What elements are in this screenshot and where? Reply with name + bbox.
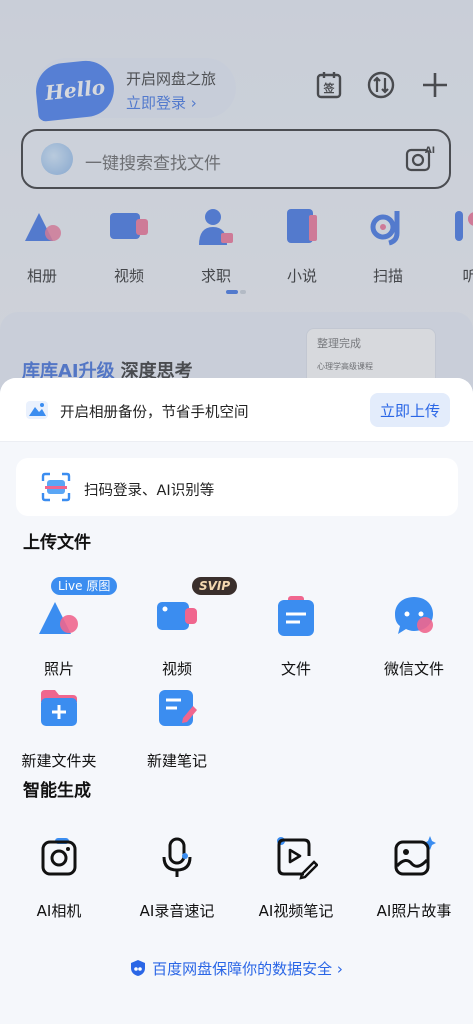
scan-text: 扫码登录、AI识别等 xyxy=(84,483,215,499)
new-note-button[interactable]: 新建笔记 xyxy=(127,686,227,771)
new-note-icon xyxy=(159,690,197,726)
ai-section-title: 智能生成 xyxy=(23,781,91,801)
backup-text: 开启相册备份，节省手机空间 xyxy=(60,405,249,421)
photo-icon xyxy=(39,602,78,634)
upload-bottom-sheet: 开启相册备份，节省手机空间 立即上传 扫码登录、AI识别等 上传文件 照片 Li… xyxy=(0,378,473,1024)
backup-bar: 开启相册备份，节省手机空间 立即上传 xyxy=(0,378,473,442)
svip-badge: SVIP xyxy=(192,577,238,595)
ai-camera-button[interactable]: AI相机 xyxy=(9,836,109,921)
album-backup-icon xyxy=(26,401,48,419)
scan-card[interactable]: 扫码登录、AI识别等 xyxy=(16,458,458,516)
ai-photo-story-icon xyxy=(394,836,436,876)
ai-camera-icon xyxy=(41,838,77,876)
ai-photo-story-button[interactable]: AI照片故事 xyxy=(364,836,464,921)
wechat-file-icon xyxy=(395,597,433,634)
video-icon xyxy=(157,602,197,630)
data-security-text: 百度网盘保障你的数据安全 › xyxy=(152,960,343,978)
ai-video-note-icon xyxy=(277,837,319,880)
new-folder-button[interactable]: 新建文件夹 xyxy=(9,686,109,771)
data-security-link[interactable]: 百度网盘保障你的数据安全 › xyxy=(0,958,473,979)
upload-wechat-file-button[interactable]: 微信文件 xyxy=(364,594,464,679)
ai-recorder-icon xyxy=(162,837,192,877)
shield-icon xyxy=(131,960,146,976)
file-icon xyxy=(278,596,314,636)
upload-section-title: 上传文件 xyxy=(23,533,91,553)
upload-photo-button[interactable]: 照片 xyxy=(9,594,109,679)
upload-now-button[interactable]: 立即上传 xyxy=(370,393,450,427)
upload-video-button[interactable]: 视频 xyxy=(127,594,227,679)
upload-file-button[interactable]: 文件 xyxy=(246,594,346,679)
scan-login-icon xyxy=(41,472,71,502)
new-folder-icon xyxy=(41,690,77,726)
live-photo-badge: Live 原图 xyxy=(51,577,118,595)
ai-recorder-button[interactable]: AI录音速记 xyxy=(127,836,227,921)
ai-video-note-button[interactable]: AI视频笔记 xyxy=(246,836,346,921)
